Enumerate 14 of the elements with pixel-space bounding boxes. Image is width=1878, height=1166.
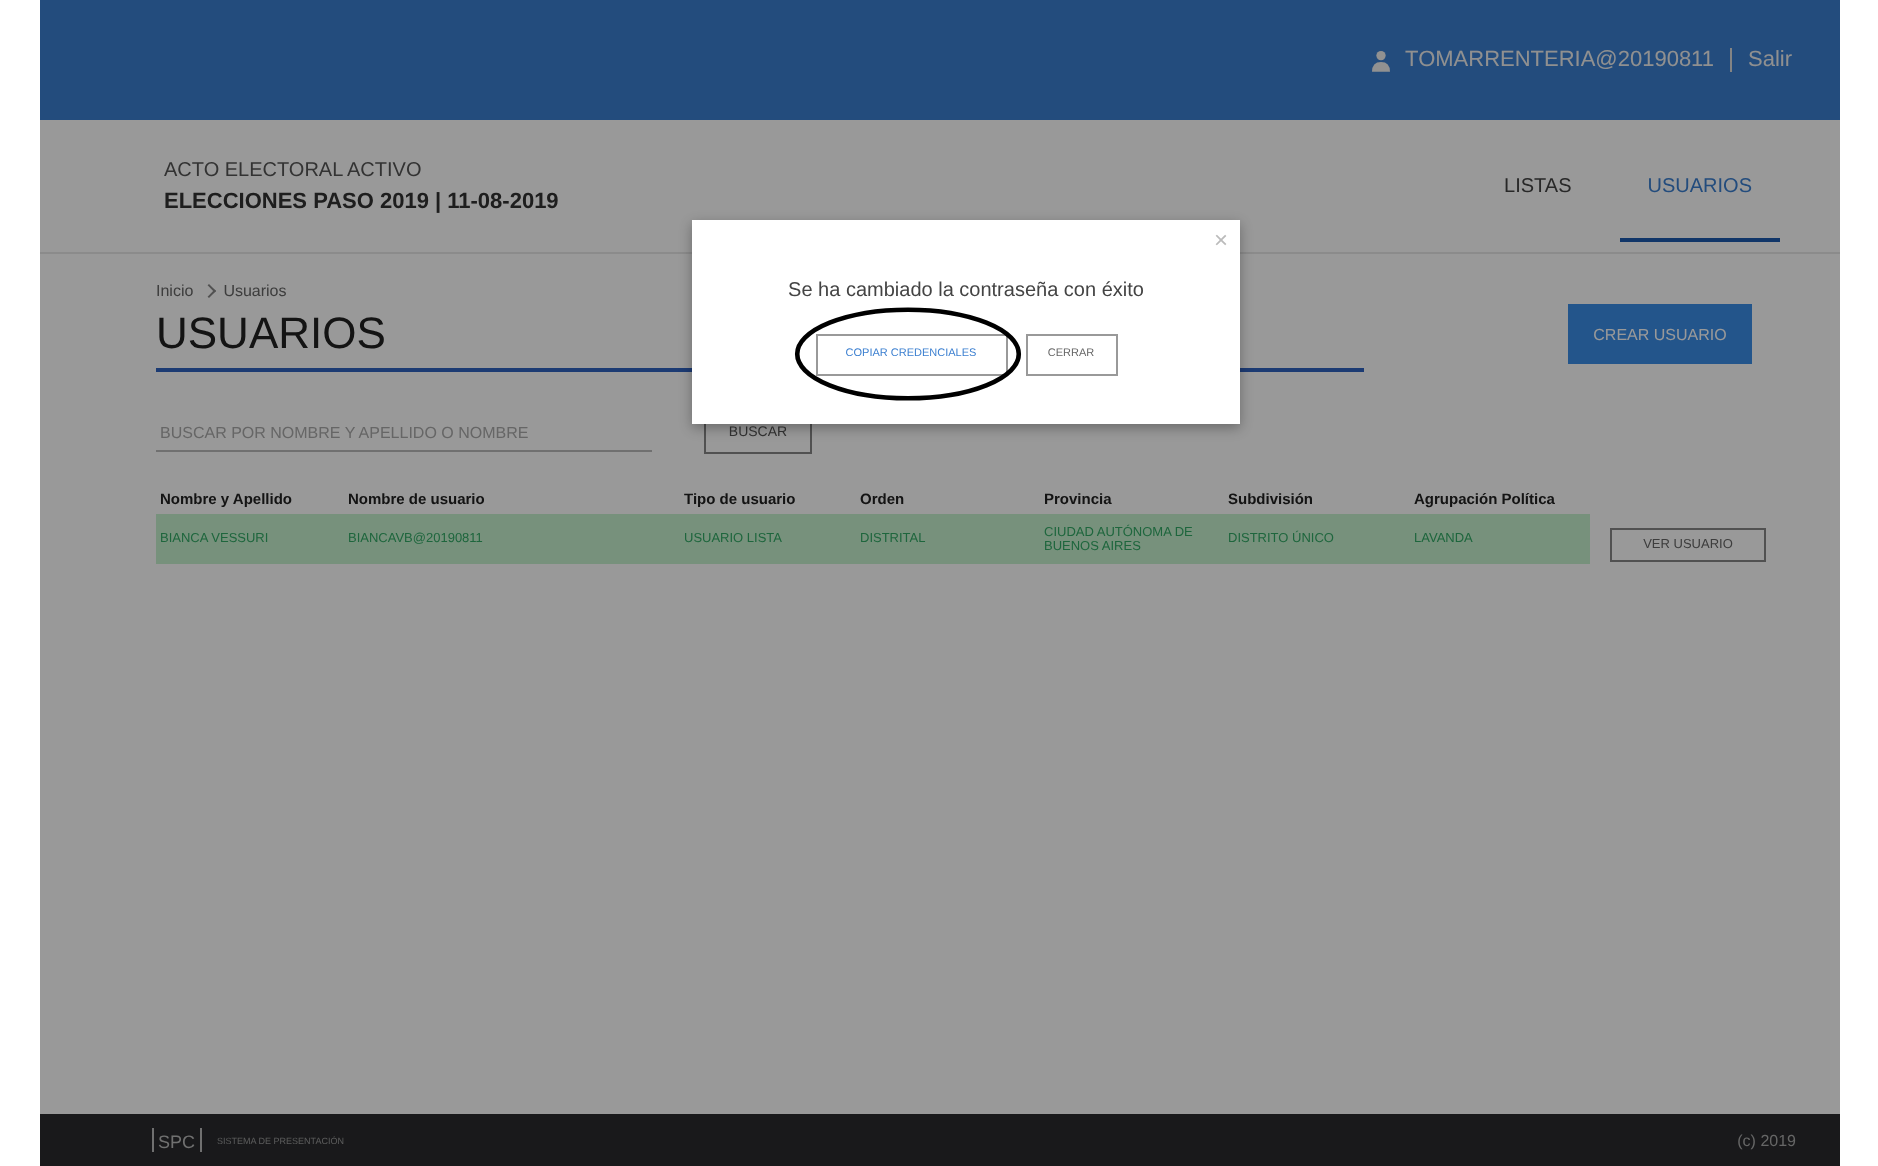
create-user-button[interactable]: CREAR USUARIO: [1568, 304, 1752, 364]
nav-tab[interactable]: LISTAS: [1476, 131, 1600, 241]
user-icon: [1371, 49, 1390, 71]
logo-mark: SPC: [152, 1128, 202, 1152]
user-name[interactable]: TOMARRENTERIA@20190811: [1405, 48, 1714, 72]
copyright-text: (c) 2019: [1737, 1131, 1796, 1149]
election-caption: ACTO ELECTORAL ACTIVO: [164, 159, 424, 181]
logout-link[interactable]: Salir: [1747, 48, 1792, 72]
modal-message: Se ha cambiado la contraseña con éxito: [788, 280, 1144, 302]
election-name: ELECCIONES PASO 2019 | 11-08-2019: [164, 189, 559, 213]
breadcrumb-link[interactable]: Inicio: [156, 282, 194, 300]
nav-tab[interactable]: USUARIOS: [1619, 131, 1780, 241]
page-title: USUARIOS: [156, 308, 386, 360]
breadcrumb-link[interactable]: Usuarios: [223, 282, 287, 300]
